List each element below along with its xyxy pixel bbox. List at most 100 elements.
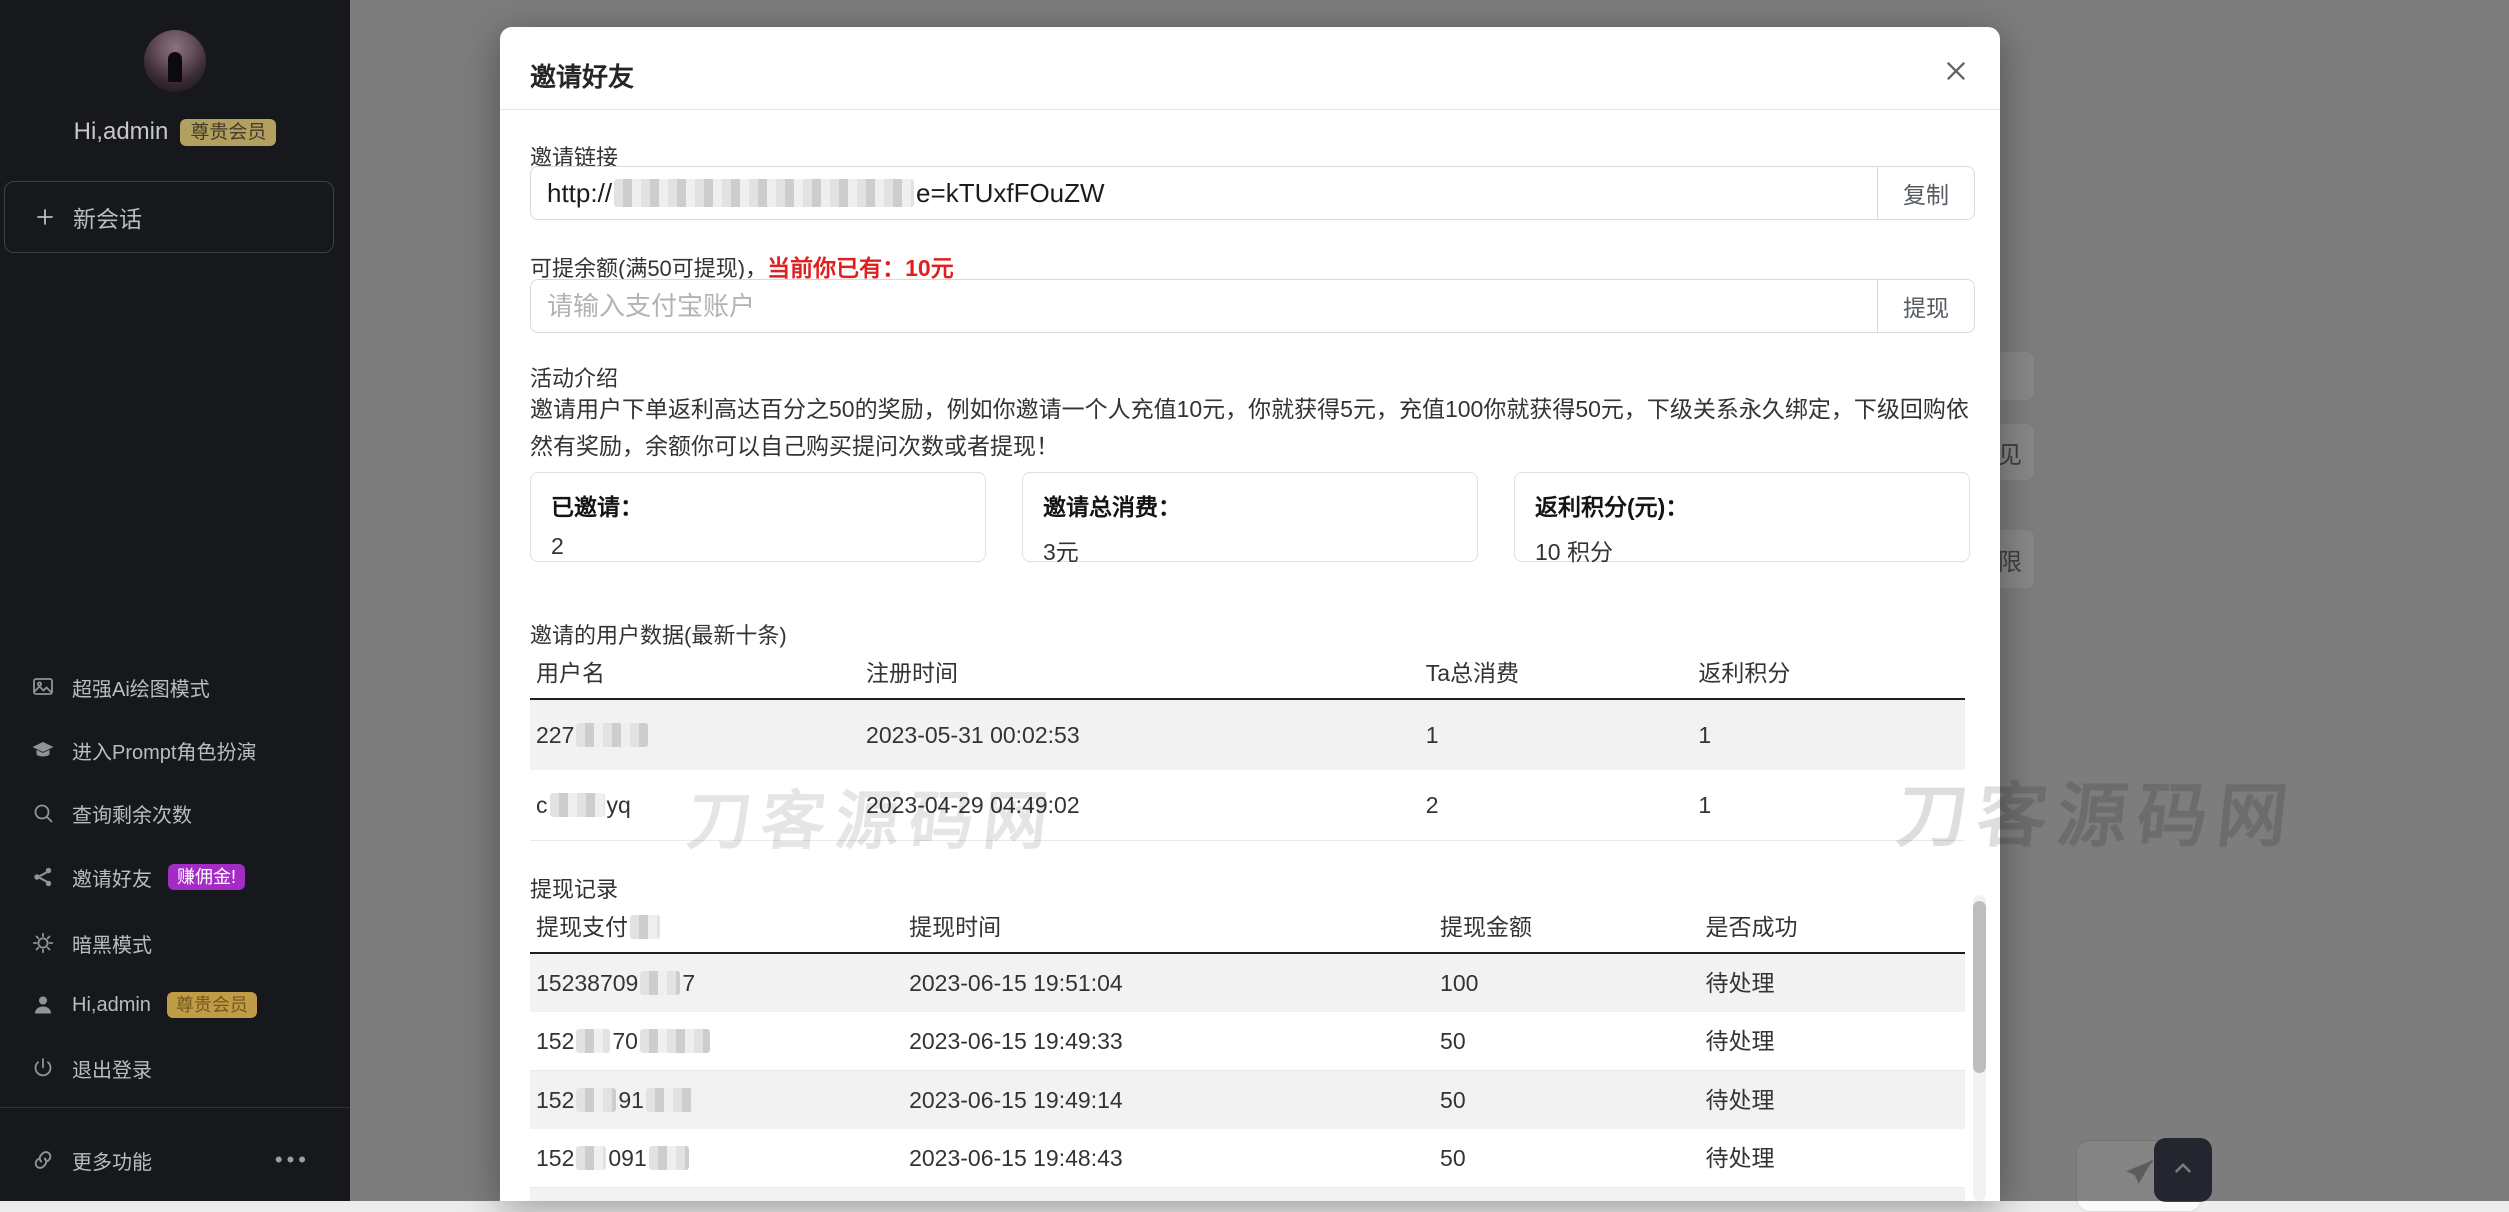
username-cell: cyq bbox=[530, 770, 860, 840]
sidebar-item-ai-draw[interactable]: 超强Ai绘图模式 bbox=[0, 656, 350, 718]
invite-link-suffix: e=kTUxfFOuZW bbox=[916, 178, 1105, 208]
avatar bbox=[144, 30, 206, 92]
table-row: 15291 2023-06-15 19:49:14 50 待处理 bbox=[530, 1071, 1965, 1129]
share-icon bbox=[30, 864, 56, 890]
search-icon bbox=[30, 800, 56, 826]
account-cell: 15291 bbox=[530, 1071, 903, 1129]
invite-link-input[interactable]: http:// e=kTUxfFOuZW bbox=[530, 166, 1878, 220]
table-row: 15270 2023-06-15 19:49:33 50 待处理 bbox=[530, 1012, 1965, 1071]
withdraw-table-title: 提现记录 bbox=[530, 872, 618, 904]
sidebar-item-label: 进入Prompt角色扮演 bbox=[72, 736, 256, 765]
link-icon bbox=[30, 1147, 56, 1173]
status-cell: 待处理 bbox=[1700, 954, 1965, 1012]
copy-button[interactable]: 复制 bbox=[1878, 166, 1975, 220]
amount-cell: 50 bbox=[1434, 1129, 1699, 1187]
table-header-row: 提现支付 提现时间 提现金额 是否成功 bbox=[530, 902, 1965, 954]
invite-link-row: http:// e=kTUxfFOuZW 复制 bbox=[530, 166, 1975, 220]
greeting-text: Hi,admin bbox=[74, 118, 169, 146]
status-cell: 待处理 bbox=[1700, 1071, 1965, 1129]
stat-invited: 已邀请： 2 bbox=[530, 472, 986, 562]
sidebar-item-label: 超强Ai绘图模式 bbox=[72, 673, 210, 702]
username-cell: 227 bbox=[530, 700, 860, 770]
redacted-blur bbox=[649, 1146, 689, 1170]
greeting-row: Hi,admin 尊贵会员 bbox=[0, 118, 350, 146]
sidebar-item-label: 更多功能 bbox=[72, 1146, 152, 1175]
column-header: 注册时间 bbox=[860, 648, 1420, 698]
users-table-title: 邀请的用户数据(最新十条) bbox=[530, 618, 787, 650]
activity-title: 活动介绍 bbox=[530, 361, 618, 393]
stat-value: 2 bbox=[551, 533, 965, 560]
sidebar-item-account[interactable]: Hi,admin 尊贵会员 bbox=[0, 974, 350, 1036]
sidebar-item-label: 退出登录 bbox=[72, 1054, 152, 1083]
sidebar-item-label: 暗黑模式 bbox=[72, 929, 152, 958]
sidebar-item-label: 查询剩余次数 bbox=[72, 799, 192, 828]
redacted-blur bbox=[576, 1029, 610, 1053]
stat-label: 已邀请： bbox=[551, 488, 965, 522]
sidebar-item-dark-mode[interactable]: 暗黑模式 bbox=[0, 912, 350, 974]
sidebar-item-invite-friends[interactable]: 邀请好友 赚佣金! bbox=[0, 846, 350, 908]
vip-badge: 尊贵会员 bbox=[180, 119, 276, 146]
redacted-blur bbox=[550, 793, 605, 817]
column-header: 用户名 bbox=[530, 648, 860, 698]
rebate-cell: 1 bbox=[1692, 770, 1965, 840]
withdraw-time-cell: 2023-06-15 19:48:43 bbox=[903, 1129, 1434, 1187]
new-chat-label: 新会话 bbox=[73, 200, 142, 234]
stat-label: 邀请总消费： bbox=[1043, 488, 1457, 522]
invite-link-prefix: http:// bbox=[547, 178, 612, 208]
sidebar-item-more-features[interactable]: 更多功能 ••• bbox=[0, 1129, 350, 1191]
table-row: 152387097 2023-06-15 19:51:04 100 待处理 bbox=[530, 954, 1965, 1012]
user-icon bbox=[30, 992, 56, 1018]
column-header: 提现金额 bbox=[1434, 902, 1699, 952]
amount-cell: 50 bbox=[1434, 1012, 1699, 1070]
withdraw-time-cell: 2023-06-15 19:51:04 bbox=[903, 954, 1434, 1012]
status-cell: 待处理 bbox=[1700, 1012, 1965, 1070]
consume-cell: 2 bbox=[1420, 770, 1693, 840]
table-row: 152091 2023-06-15 19:48:43 50 待处理 bbox=[530, 1129, 1965, 1188]
sidebar-item-logout[interactable]: 退出登录 bbox=[0, 1037, 350, 1099]
stat-label: 返利积分(元)： bbox=[1535, 488, 1949, 522]
stat-value: 10 积分 bbox=[1535, 533, 1949, 567]
column-header: 提现时间 bbox=[903, 902, 1434, 952]
balance-highlight: 当前你已有：10元 bbox=[767, 255, 954, 281]
graduation-cap-icon bbox=[30, 737, 56, 763]
column-header: 是否成功 bbox=[1700, 902, 1965, 952]
plus-icon bbox=[33, 205, 57, 229]
table-row: cyq 2023-04-29 04:49:02 2 1 bbox=[530, 770, 1965, 841]
withdraw-time-cell: 2023-06-15 19:47:03 bbox=[903, 1188, 1434, 1201]
close-icon[interactable] bbox=[1938, 53, 1974, 89]
modal-scrollbar-track bbox=[1973, 895, 1986, 1201]
rebate-cell: 1 bbox=[1692, 700, 1965, 770]
status-cell: 待处理 bbox=[1700, 1129, 1965, 1187]
redacted-blur bbox=[576, 1088, 616, 1112]
commission-badge: 赚佣金! bbox=[168, 864, 245, 890]
sidebar-item-prompt-roleplay[interactable]: 进入Prompt角色扮演 bbox=[0, 719, 350, 781]
amount-cell: 100 bbox=[1434, 954, 1699, 1012]
sidebar-item-query-credits[interactable]: 查询剩余次数 bbox=[0, 782, 350, 844]
column-header-account: 提现支付 bbox=[530, 902, 903, 952]
alipay-account-input[interactable] bbox=[530, 279, 1878, 333]
account-cell: 15270917 bbox=[530, 1188, 903, 1201]
image-icon bbox=[30, 674, 56, 700]
withdraw-button[interactable]: 提现 bbox=[1878, 279, 1975, 333]
table-row: 227 2023-05-31 00:02:53 1 1 bbox=[530, 700, 1965, 770]
account-cell: 15270 bbox=[530, 1012, 903, 1070]
sidebar-item-label: Hi,admin bbox=[72, 994, 151, 1017]
activity-description: 邀请用户下单返利高达百分之50的奖励，例如你邀请一个人充值10元，你就获得5元，… bbox=[530, 391, 1970, 465]
redacted-blur bbox=[646, 1088, 692, 1112]
withdraw-time-cell: 2023-06-15 19:49:14 bbox=[903, 1071, 1434, 1129]
account-cell: 152091 bbox=[530, 1129, 903, 1187]
stat-total-consumption: 邀请总消费： 3元 bbox=[1022, 472, 1478, 562]
modal-title: 邀请好友 bbox=[530, 57, 634, 94]
amount-cell: 50 bbox=[1434, 1071, 1699, 1129]
sidebar: Hi,admin 尊贵会员 新会话 超强Ai绘图模式 进入Prompt角色扮演 … bbox=[0, 0, 350, 1201]
register-time-cell: 2023-04-29 04:49:02 bbox=[860, 770, 1420, 840]
scrollbar-thumb[interactable] bbox=[1973, 901, 1986, 1073]
redacted-blur bbox=[640, 1029, 710, 1053]
alipay-row: 提现 bbox=[530, 279, 1975, 333]
redacted-blur bbox=[576, 723, 648, 747]
new-chat-button[interactable]: 新会话 bbox=[4, 181, 334, 253]
register-time-cell: 2023-05-31 00:02:53 bbox=[860, 700, 1420, 770]
withdraw-time-cell: 2023-06-15 19:49:33 bbox=[903, 1012, 1434, 1070]
withdraw-records-table: 提现支付 提现时间 提现金额 是否成功 152387097 2023-06-15… bbox=[530, 902, 1965, 1201]
consume-cell: 1 bbox=[1420, 700, 1693, 770]
